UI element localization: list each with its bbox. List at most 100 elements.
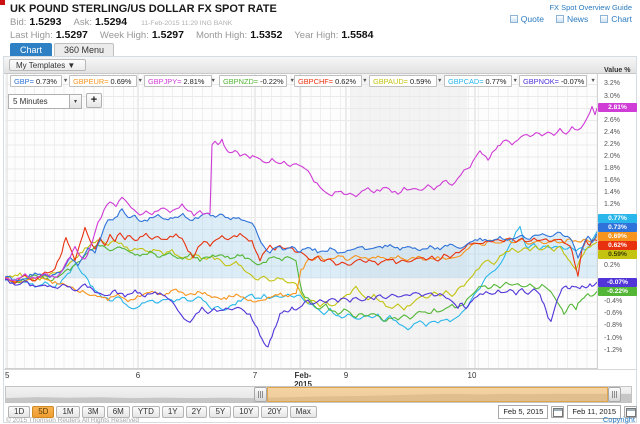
ric-button-GBP[interactable]: GBP= 0.73% ▼ bbox=[10, 75, 68, 87]
link-label: News bbox=[566, 14, 589, 24]
ric-button-row: GBP= 0.73% ▼ GBPEUR= 0.69% ▼ GBPJPY= 2.81% ▼ GBPN… bbox=[10, 75, 596, 87]
y-tick: 0.2% bbox=[604, 261, 620, 269]
ric-name: GBPCAD= bbox=[448, 76, 484, 86]
high-label: Month High: bbox=[195, 30, 248, 41]
chevron-down-icon: ▼ bbox=[590, 78, 596, 84]
last-value-badge-GBP: 0.73% bbox=[598, 223, 637, 233]
copyright-link[interactable]: Copyright bbox=[603, 415, 635, 424]
chevron-down-icon: ▼ bbox=[362, 78, 368, 84]
ric-button-GBPCAD[interactable]: GBPCAD= 0.77% ▼ bbox=[444, 75, 518, 87]
scrollbar-right-handle[interactable] bbox=[607, 387, 621, 402]
y-tick: 2.6% bbox=[604, 116, 620, 124]
ric-change: -0.22% bbox=[260, 76, 284, 86]
bid-value: 1.5293 bbox=[29, 16, 62, 28]
high-label: Week High: bbox=[99, 30, 149, 41]
period-button-10y[interactable]: 10Y bbox=[233, 406, 260, 418]
ric-button-GBPAUD[interactable]: GBPAUD= 0.59% ▼ bbox=[369, 75, 442, 87]
x-tick: 6 bbox=[135, 371, 141, 380]
ask-value: 1.5294 bbox=[94, 16, 128, 28]
ric-button-GBPEUR[interactable]: GBPEUR= 0.69% ▼ bbox=[69, 75, 143, 87]
copyright-text: © 2015 Thomson Reuters All Rights Reserv… bbox=[6, 417, 139, 424]
start-calendar-button[interactable] bbox=[551, 406, 565, 418]
last-value-badge-GBPJPY: 2.81% bbox=[598, 103, 637, 113]
ric-button-GBPNZD[interactable]: GBPNZD= -0.22% ▼ bbox=[219, 75, 295, 87]
period-button-5y[interactable]: 5Y bbox=[209, 406, 232, 418]
timeline-scrollbar[interactable] bbox=[5, 386, 632, 403]
y-tick: 1.4% bbox=[604, 189, 620, 197]
x-tick: 9 bbox=[343, 371, 349, 380]
last-value-badge-GBPAUD: 0.59% bbox=[598, 250, 637, 260]
link-news[interactable]: News bbox=[555, 14, 589, 24]
value-axis-title: Value % bbox=[604, 67, 631, 74]
y-tick: 1.8% bbox=[604, 165, 620, 173]
highs-line: Last High: 1.5297 Week High: 1.5297 Month Hi… bbox=[10, 29, 385, 41]
ric-change: 0.73% bbox=[35, 76, 57, 86]
ric-name: GBPNZD= bbox=[223, 76, 259, 86]
ric-name: GBPEUR= bbox=[73, 76, 109, 86]
y-tick: -1.2% bbox=[604, 346, 623, 354]
x-tick: 10 bbox=[467, 371, 477, 380]
last-value-badge-GBPEUR: 0.69% bbox=[598, 232, 637, 242]
scrollbar-selection[interactable] bbox=[266, 387, 608, 402]
high-value: 1.5297 bbox=[151, 29, 184, 41]
ric-change: 0.69% bbox=[110, 76, 132, 86]
high-value: 1.5297 bbox=[55, 29, 88, 41]
toolbar: My Templates ▼ bbox=[4, 57, 636, 74]
chevron-down-icon: ▼ bbox=[210, 78, 216, 84]
fx-chart-app: UK POUND STERLING/US DOLLAR FX SPOT RATE… bbox=[0, 0, 640, 424]
chevron-down-icon[interactable]: ▾ bbox=[69, 95, 81, 108]
interval-select[interactable]: 5 Minutes ▾ bbox=[8, 94, 82, 109]
launch-icon bbox=[509, 15, 518, 23]
high-value: 1.5352 bbox=[250, 29, 283, 41]
chevron-down-icon: ▼ bbox=[62, 78, 69, 84]
ric-name: GBPNOK= bbox=[523, 76, 559, 86]
tab-360-menu[interactable]: 360 Menu bbox=[54, 43, 115, 57]
high-label: Last High: bbox=[10, 30, 53, 41]
period-button-2y[interactable]: 2Y bbox=[185, 406, 208, 418]
y-tick: -0.8% bbox=[604, 322, 623, 330]
axis-divider bbox=[4, 369, 636, 370]
my-templates-button[interactable]: My Templates ▼ bbox=[9, 59, 87, 71]
price-chart[interactable] bbox=[5, 74, 598, 369]
x-tick: 5 bbox=[5, 371, 10, 380]
y-tick: 2.0% bbox=[604, 153, 620, 160]
ric-button-GBPNOK[interactable]: GBPNOK= -0.07% ▼ bbox=[519, 75, 596, 87]
time-axis: 5 6 7 Feb-2015 9 10 bbox=[5, 371, 597, 389]
y-tick: -0.4% bbox=[604, 298, 623, 306]
ric-name: GBPAUD= bbox=[373, 76, 408, 86]
link-label: Quote bbox=[520, 14, 544, 24]
launch-icon bbox=[555, 15, 564, 23]
ric-change: -0.07% bbox=[560, 76, 585, 86]
ric-change: 2.81% bbox=[183, 76, 205, 86]
period-button-max[interactable]: Max bbox=[289, 406, 317, 418]
link-quote[interactable]: Quote bbox=[509, 14, 544, 24]
chevron-down-icon: ▼ bbox=[512, 78, 518, 84]
add-series-button[interactable]: + bbox=[86, 93, 102, 108]
last-value-badge-GBPCAD: 0.77% bbox=[598, 214, 637, 224]
y-tick: 3.0% bbox=[604, 92, 620, 100]
y-tick: 2.2% bbox=[604, 140, 620, 148]
high-label: Year High: bbox=[294, 30, 339, 41]
chevron-down-icon: ▼ bbox=[436, 78, 443, 84]
last-value-badge-GBPCHF: 0.62% bbox=[598, 241, 637, 251]
scrollbar-left-handle[interactable] bbox=[253, 387, 267, 402]
ric-button-GBPJPY[interactable]: GBPJPY= 2.81% ▼ bbox=[144, 75, 216, 87]
corner-marker bbox=[0, 0, 5, 5]
quote-timestamp: 11-Feb-2015 11:29 ING BANK bbox=[141, 20, 233, 27]
page-title: UK POUND STERLING/US DOLLAR FX SPOT RATE bbox=[10, 3, 277, 15]
y-tick: 1.6% bbox=[604, 177, 620, 185]
bid-label: Bid: bbox=[10, 17, 27, 28]
period-button-1y[interactable]: 1Y bbox=[161, 406, 184, 418]
last-value-badge-GBPNZD: -0.22% bbox=[598, 286, 637, 296]
ric-name: GBPJPY= bbox=[148, 76, 182, 86]
start-date-field[interactable]: Feb 5, 2015 bbox=[498, 405, 549, 419]
ric-name: GBPCHF= bbox=[298, 76, 334, 86]
y-tick: 2.4% bbox=[604, 128, 620, 136]
tab-chart[interactable]: Chart bbox=[10, 43, 53, 57]
ric-button-GBPCHF[interactable]: GBPCHF= 0.62% ▼ bbox=[294, 75, 368, 87]
high-value: 1.5584 bbox=[341, 29, 374, 41]
y-tick: 3.2% bbox=[604, 80, 620, 88]
ric-change: 0.77% bbox=[485, 76, 507, 86]
period-button-20y[interactable]: 20Y bbox=[261, 406, 288, 418]
value-axis: Value % 3.2% 3.0% 2.6% 2.4% 2.2% 2.0% 1.8% 1.6%… bbox=[597, 0, 640, 424]
